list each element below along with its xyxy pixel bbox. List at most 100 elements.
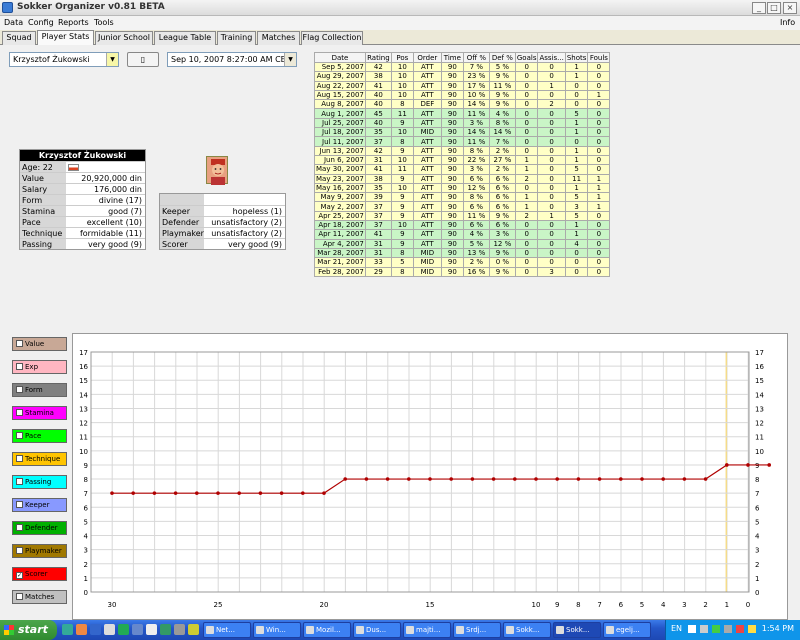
column-header[interactable]: Order <box>412 52 442 63</box>
ie-icon[interactable] <box>90 624 101 635</box>
table-row[interactable]: May 16, 2007 35 10 ATT 90 12 % 6 % 0 0 1 1 <box>314 182 611 194</box>
legend-item-technique[interactable]: Technique <box>12 452 67 466</box>
checkbox[interactable] <box>16 547 23 554</box>
quick-launch-icon[interactable] <box>146 624 157 635</box>
table-row[interactable]: May 2, 2007 37 9 ATT 90 6 % 6 % 1 0 3 1 <box>314 201 611 212</box>
minimize-button[interactable]: _ <box>752 2 766 14</box>
tab-player-stats[interactable]: Player Stats <box>37 30 94 45</box>
word-icon[interactable] <box>132 624 143 635</box>
table-row[interactable]: Mar 21, 2007 33 5 MID 90 2 % 0 % 0 0 0 0 <box>314 257 611 268</box>
table-row[interactable]: May 23, 2007 38 9 ATT 90 6 % 6 % 2 0 11 1 <box>314 173 611 184</box>
checkbox[interactable] <box>16 593 23 600</box>
tab-flag-collection[interactable]: Flag Collection <box>301 31 363 45</box>
checkbox[interactable] <box>16 432 23 439</box>
table-row[interactable]: Mar 28, 2007 31 8 MID 90 13 % 9 % 0 0 0 0 <box>314 247 611 259</box>
menu-info[interactable]: Info <box>780 18 795 27</box>
table-row[interactable]: Jul 18, 2007 35 10 MID 90 14 % 14 % 0 0 1 0 <box>314 127 611 138</box>
menu-reports[interactable]: Reports <box>58 18 89 27</box>
table-row[interactable]: Jun 6, 2007 31 10 ATT 90 22 % 27 % 1 0 1 0 <box>314 154 611 166</box>
quick-launch-icon[interactable] <box>174 624 185 635</box>
legend-item-keeper[interactable]: Keeper <box>12 498 67 512</box>
taskbar-window-button[interactable]: Srdj... <box>453 622 501 638</box>
checkbox[interactable] <box>16 455 23 462</box>
column-header[interactable]: Fouls <box>587 52 611 63</box>
tray-icon[interactable] <box>712 625 720 633</box>
column-header[interactable]: Date <box>314 52 366 63</box>
tab-training[interactable]: Training <box>217 31 256 45</box>
table-row[interactable]: Apr 18, 2007 37 10 ATT 90 6 % 6 % 0 0 1 0 <box>314 220 611 231</box>
table-row[interactable]: May 9, 2007 39 9 ATT 90 8 % 6 % 1 0 5 1 <box>314 192 611 203</box>
checkbox[interactable]: ✓ <box>16 572 23 579</box>
legend-item-exp[interactable]: Exp <box>12 360 67 374</box>
quick-launch-icon[interactable] <box>118 624 129 635</box>
table-row[interactable]: Jun 13, 2007 42 9 ATT 90 8 % 2 % 0 0 1 0 <box>314 145 611 156</box>
legend-item-playmaker[interactable]: Playmaker <box>12 544 67 558</box>
legend-item-matches[interactable]: Matches <box>12 590 67 604</box>
legend-item-scorer[interactable]: ✓ Scorer <box>12 567 67 581</box>
checkbox[interactable] <box>16 363 23 370</box>
taskbar-window-button[interactable]: Sokk... <box>553 622 601 638</box>
legend-item-passing[interactable]: Passing <box>12 475 67 489</box>
column-header[interactable]: Rating <box>364 52 392 63</box>
menu-config[interactable]: Config <box>28 18 54 27</box>
column-header[interactable]: Pos <box>390 52 414 63</box>
language-indicator[interactable]: EN <box>671 624 682 633</box>
table-row[interactable]: Aug 1, 2007 45 11 ATT 90 11 % 4 % 0 0 5 0 <box>314 108 611 119</box>
table-row[interactable]: Apr 4, 2007 31 9 ATT 90 5 % 12 % 0 0 4 0 <box>314 238 611 249</box>
tab-junior-school[interactable]: Junior School <box>95 31 153 45</box>
date-select[interactable]: Sep 10, 2007 8:27:00 AM CEST ▼ <box>167 52 297 67</box>
player-details-button[interactable]: ▯ <box>127 52 159 67</box>
maximize-button[interactable]: □ <box>767 2 781 14</box>
table-row[interactable]: Aug 8, 2007 40 8 DEF 90 14 % 9 % 0 2 0 0 <box>314 99 611 110</box>
column-header[interactable]: Shots <box>564 52 589 63</box>
tab-squad[interactable]: Squad <box>2 31 36 45</box>
checkbox[interactable] <box>16 340 23 347</box>
column-header[interactable]: Goals <box>514 52 539 63</box>
column-header[interactable]: Def % <box>488 52 516 63</box>
quick-launch-icon[interactable] <box>62 624 73 635</box>
firefox-icon[interactable] <box>76 624 87 635</box>
taskbar-window-button[interactable]: egelj... <box>603 622 651 638</box>
legend-item-pace[interactable]: Pace <box>12 429 67 443</box>
checkbox[interactable] <box>16 386 23 393</box>
checkbox[interactable] <box>16 478 23 485</box>
table-row[interactable]: Aug 29, 2007 38 10 ATT 90 23 % 9 % 0 0 1 0 <box>314 71 611 82</box>
quick-launch-icon[interactable] <box>160 624 171 635</box>
table-row[interactable]: Jul 25, 2007 40 9 ATT 90 3 % 8 % 0 0 1 0 <box>314 117 611 129</box>
menu-tools[interactable]: Tools <box>94 18 114 27</box>
taskbar-window-button[interactable]: Mozil... <box>303 622 351 638</box>
close-button[interactable]: × <box>783 2 797 14</box>
taskbar-window-button[interactable]: majti... <box>403 622 451 638</box>
explorer-icon[interactable] <box>104 624 115 635</box>
tab-matches[interactable]: Matches <box>257 31 300 45</box>
table-row[interactable]: May 30, 2007 41 11 ATT 90 3 % 2 % 1 0 5 0 <box>314 164 611 175</box>
clock[interactable]: 1:54 PM <box>762 624 794 633</box>
table-row[interactable]: Aug 15, 2007 40 10 ATT 90 10 % 9 % 0 0 0 1 <box>314 89 611 101</box>
legend-item-form[interactable]: Form <box>12 383 67 397</box>
tab-league-table[interactable]: League Table <box>154 31 216 45</box>
chevron-down-icon[interactable]: ▼ <box>106 53 118 66</box>
table-row[interactable]: Aug 22, 2007 41 10 ATT 90 17 % 11 % 0 1 0 0 <box>314 80 611 91</box>
table-row[interactable]: Jul 11, 2007 37 8 ATT 90 11 % 7 % 0 0 0 0 <box>314 136 611 147</box>
legend-item-value[interactable]: Value <box>12 337 67 351</box>
menu-data[interactable]: Data <box>4 18 23 27</box>
player-select[interactable]: Krzysztof Żukowski ▼ <box>9 52 119 67</box>
volume-icon[interactable] <box>748 625 756 633</box>
taskbar-window-button[interactable]: Net... <box>203 622 251 638</box>
table-row[interactable]: Apr 11, 2007 41 9 ATT 90 4 % 3 % 0 0 1 0 <box>314 229 611 240</box>
checkbox[interactable] <box>16 409 23 416</box>
table-row[interactable]: Apr 25, 2007 37 9 ATT 90 11 % 9 % 2 1 5 0 <box>314 210 611 222</box>
chevron-down-icon[interactable]: ▼ <box>284 53 296 66</box>
taskbar-window-button[interactable]: Win... <box>253 622 301 638</box>
tray-icon[interactable] <box>724 625 732 633</box>
quick-launch-icon[interactable] <box>188 624 199 635</box>
table-row[interactable]: Feb 28, 2007 29 8 MID 90 16 % 9 % 0 3 0 0 <box>314 266 611 277</box>
column-header[interactable]: Assis... <box>537 52 566 63</box>
table-row[interactable]: Sep 5, 2007 42 10 ATT 90 7 % 5 % 0 0 1 0 <box>314 61 611 73</box>
checkbox[interactable] <box>16 501 23 508</box>
tray-icon[interactable] <box>688 625 696 633</box>
column-header[interactable]: Off % <box>462 52 490 63</box>
taskbar-window-button[interactable]: Dus... <box>353 622 401 638</box>
legend-item-defender[interactable]: Defender <box>12 521 67 535</box>
start-button[interactable]: start <box>0 620 57 640</box>
